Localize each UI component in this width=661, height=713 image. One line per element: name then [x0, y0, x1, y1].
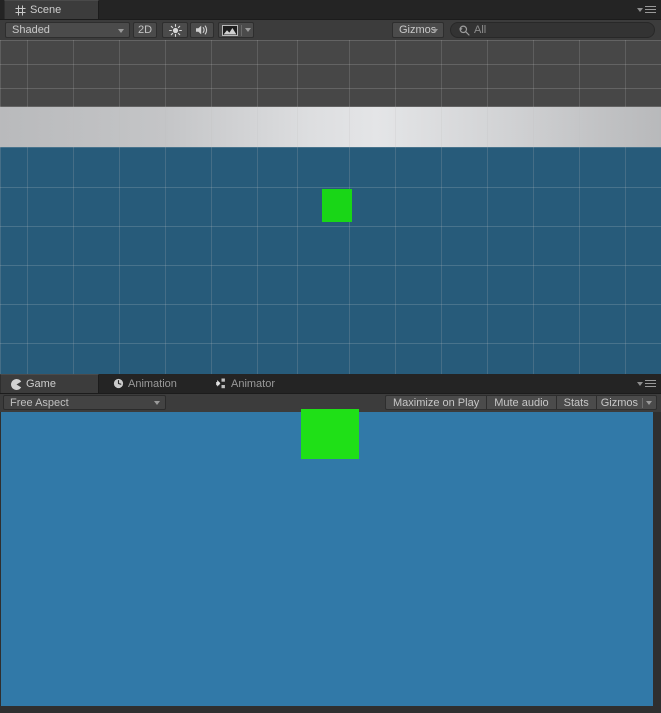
image-effects-icon [221, 24, 238, 36]
chevron-down-icon[interactable] [244, 28, 251, 32]
hamburger-icon [645, 6, 656, 13]
game-gizmos-label: Gizmos [600, 396, 638, 409]
scene-tabstrip: Scene [0, 0, 661, 20]
animator-nodes-icon [215, 378, 227, 390]
stats-label: Stats [563, 396, 589, 409]
game-toolbar-buttons: Maximize on Play Mute audio Stats Gizmos [385, 395, 657, 410]
search-icon [459, 25, 470, 36]
scene-window-menu-button[interactable] [637, 3, 656, 16]
game-window-menu-button[interactable] [637, 377, 656, 390]
aspect-ratio-label: Free Aspect [10, 396, 69, 409]
scene-gizmos-dropdown[interactable]: Gizmos [392, 22, 444, 38]
lighting-toggle-button[interactable] [162, 22, 188, 38]
clock-icon [112, 378, 124, 390]
sun-icon [168, 23, 182, 37]
draw-mode-label: Shaded [12, 24, 50, 36]
stats-button[interactable]: Stats [556, 395, 597, 410]
tab-game-label: Game [26, 378, 56, 390]
maximize-on-play-button[interactable]: Maximize on Play [385, 395, 488, 410]
maximize-on-play-label: Maximize on Play [393, 396, 480, 409]
chevron-down-icon [118, 29, 124, 33]
tab-animation[interactable]: Animation [103, 374, 203, 393]
game-gizmos-button[interactable]: Gizmos [596, 395, 657, 410]
divider [240, 24, 242, 36]
tab-animator[interactable]: Animator [206, 374, 304, 393]
tab-scene[interactable]: Scene [4, 0, 99, 19]
chevron-down-icon[interactable] [646, 400, 652, 405]
speaker-icon [195, 24, 210, 36]
scene-gizmos-label: Gizmos [399, 24, 437, 36]
chevron-down-icon [637, 381, 643, 386]
tab-scene-label: Scene [30, 4, 62, 16]
game-pacman-icon [10, 378, 22, 390]
unity-editor-window: Scene Shaded 2D Gizmos All Game Animatio… [0, 0, 661, 713]
mute-audio-label: Mute audio [494, 396, 549, 409]
scene-toolbar: Shaded 2D Gizmos All [0, 20, 661, 41]
tab-animator-label: Animator [231, 377, 276, 390]
tab-game[interactable]: Game [0, 374, 99, 393]
toggle-2d-label: 2D [137, 24, 153, 36]
toggle-2d-button[interactable]: 2D [133, 22, 157, 38]
scene-panel: Scene Shaded 2D Gizmos All [0, 0, 661, 374]
chevron-down-icon [154, 401, 160, 405]
scene-viewport[interactable] [0, 40, 661, 374]
tab-animation-label: Animation [128, 377, 177, 390]
draw-mode-dropdown[interactable]: Shaded [5, 22, 130, 38]
chevron-down-icon [432, 29, 438, 33]
image-effects-button[interactable] [218, 22, 254, 38]
scene-search-input[interactable]: All [450, 22, 655, 38]
mute-audio-button[interactable]: Mute audio [487, 395, 557, 410]
divider [642, 397, 643, 408]
audio-toggle-button[interactable] [190, 22, 214, 38]
aspect-ratio-dropdown[interactable]: Free Aspect [3, 395, 166, 410]
grid-hash-icon [14, 4, 26, 16]
scene-search-value: All [474, 24, 487, 36]
green-cube-scene[interactable] [322, 189, 352, 222]
green-cube-game [301, 409, 359, 459]
chevron-down-icon [637, 7, 643, 12]
game-tabstrip: Game Animation Animator [0, 374, 661, 394]
hamburger-icon [645, 380, 656, 387]
